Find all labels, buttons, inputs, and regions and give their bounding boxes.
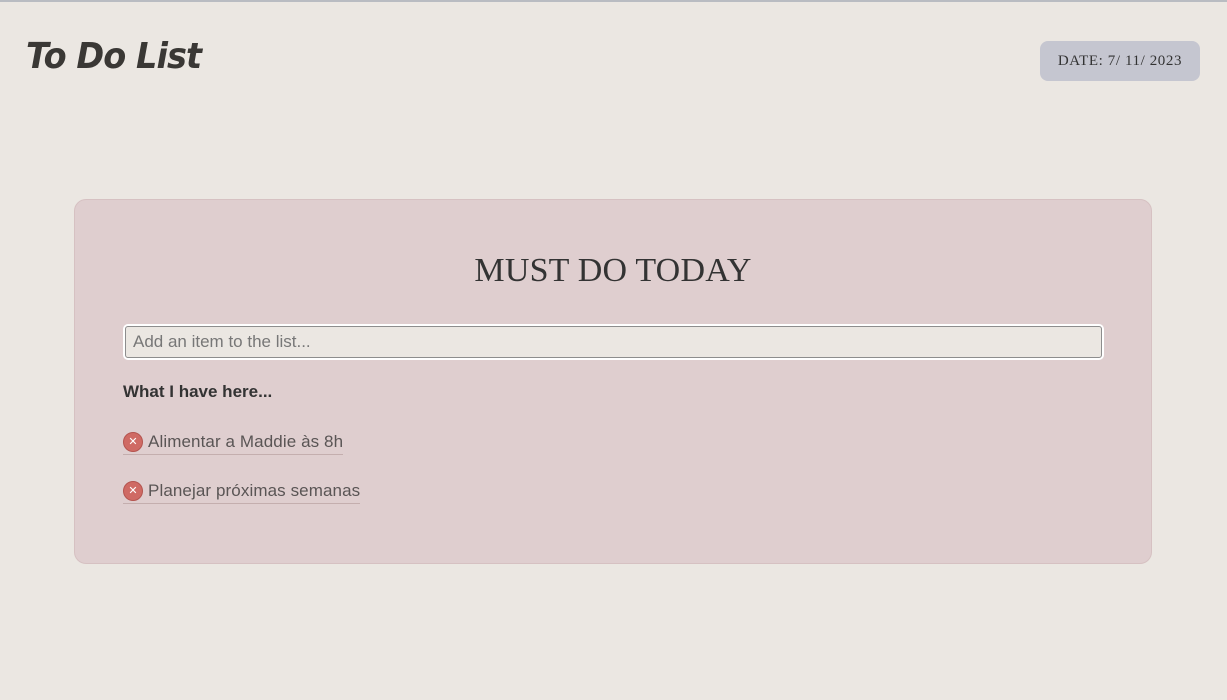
top-divider: [0, 0, 1227, 2]
card-title: MUST DO TODAY: [474, 252, 752, 289]
add-item-input[interactable]: [123, 324, 1104, 360]
list-heading: What I have here...: [123, 382, 273, 401]
todo-item-label: Planejar próximas semanas: [148, 481, 361, 500]
todo-item-1[interactable]: ✕ Alimentar a Maddie às 8h: [123, 430, 344, 455]
todo-card: MUST DO TODAY What I have here... ✕ Alim…: [74, 199, 1152, 564]
todo-item-2[interactable]: ✕ Planejar próximas semanas: [123, 479, 361, 504]
close-icon[interactable]: ✕: [123, 432, 143, 452]
todo-item-label: Alimentar a Maddie às 8h: [148, 432, 344, 451]
close-icon[interactable]: ✕: [123, 481, 143, 501]
todo-list: ✕ Alimentar a Maddie às 8h ✕ Planejar pr…: [123, 430, 361, 528]
list-item: ✕ Alimentar a Maddie às 8h: [123, 430, 360, 479]
app-title: To Do List: [26, 36, 202, 77]
list-item: ✕ Planejar próximas semanas: [123, 479, 361, 528]
date-badge: DATE: 7/ 11/ 2023: [1040, 41, 1200, 81]
